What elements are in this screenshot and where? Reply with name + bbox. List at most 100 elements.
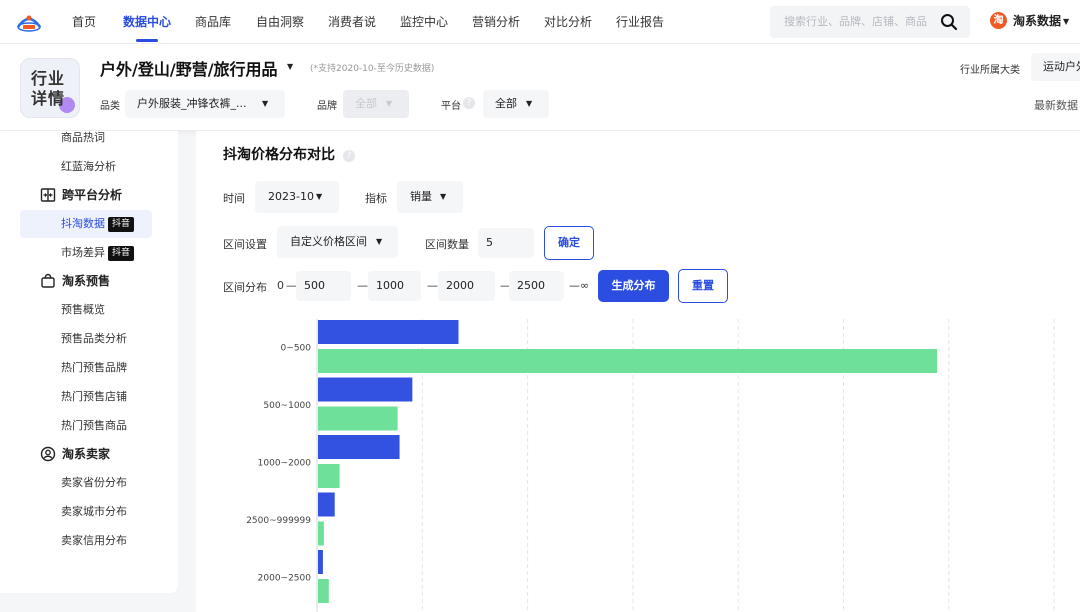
reset-button[interactable]: 重置 xyxy=(678,269,728,303)
sidebar-item-label: 抖淘数据 xyxy=(61,217,105,230)
bar-series-1-2[interactable] xyxy=(318,464,340,488)
user-avatar: 淘 xyxy=(990,12,1007,29)
bar-series-0-4[interactable] xyxy=(318,550,323,574)
nav-item-4[interactable]: 消费者说 xyxy=(328,0,376,44)
industry-detail-badge: 行业详情 xyxy=(20,58,80,118)
confirm-button[interactable]: 确定 xyxy=(544,226,594,260)
dash: — xyxy=(357,279,368,292)
range-start: 0 xyxy=(277,279,284,292)
industry-category-value: 运动户外 xyxy=(1043,60,1080,73)
main-panel: 抖淘价格分布对比 ? 时间 2023-10 ▼ 指标 销量 ▼ 区间设置 自定义… xyxy=(196,131,1080,612)
sidebar-item[interactable]: 卖家信用分布 xyxy=(20,527,152,555)
latest-data-label: 最新数据 xyxy=(1034,99,1078,112)
time-select[interactable]: 2023-10 ▼ xyxy=(255,181,339,213)
metric-select[interactable]: 销量 ▼ xyxy=(397,181,463,213)
breakpoint-input-3[interactable]: 2000 xyxy=(438,271,495,301)
sidebar-item[interactable]: 卖家省份分布 xyxy=(20,469,152,497)
search-box[interactable]: 搜索行业、品牌、店铺、商品 xyxy=(770,6,970,38)
dash: — xyxy=(427,279,438,292)
caret-down-icon: ▼ xyxy=(440,192,447,201)
douyin-tag: 抖音 xyxy=(108,217,135,232)
caret-down-icon[interactable]: ▼ xyxy=(287,62,293,71)
nav-item-2[interactable]: 商品库 xyxy=(195,0,231,44)
user-name: 淘系数据 xyxy=(1013,14,1062,28)
sidebar-item-label: 预售品类分析 xyxy=(61,332,127,345)
category-select[interactable]: 户外服装_冲锋衣裤_... ▼ xyxy=(125,90,285,118)
question-icon[interactable]: ? xyxy=(463,97,475,109)
range-setting-label: 区间设置 xyxy=(223,238,267,251)
brand-logo-icon[interactable] xyxy=(14,9,44,35)
sidebar-item-label: 卖家城市分布 xyxy=(61,505,127,518)
sidebar-item[interactable]: 卖家城市分布 xyxy=(20,498,152,526)
nav-item-8[interactable]: 行业报告 xyxy=(616,0,664,44)
nav-item-7[interactable]: 对比分析 xyxy=(544,0,592,44)
sidebar-item[interactable]: 抖淘数据 抖音 xyxy=(20,210,152,238)
bar-series-0-3[interactable] xyxy=(318,492,335,517)
category-label: 1000~2000 xyxy=(258,459,312,469)
brand-select[interactable]: 全部 ▼ xyxy=(343,90,409,118)
category-value: 户外服装_冲锋衣裤_... xyxy=(137,97,247,110)
generate-distribution-button[interactable]: 生成分布 xyxy=(598,270,669,302)
sidebar-item[interactable]: 热门预售品牌 xyxy=(20,354,152,382)
breakpoint-input-2[interactable]: 1000 xyxy=(368,271,421,301)
sidebar-item-label: 热门预售品牌 xyxy=(61,361,127,374)
breakpoint-input-4[interactable]: 2500 xyxy=(509,271,564,301)
industry-title[interactable]: 户外/登山/野营/旅行用品 xyxy=(100,56,278,80)
nav-item-1[interactable]: 数据中心 xyxy=(123,0,171,44)
bar-series-1-4[interactable] xyxy=(318,579,329,603)
bar-series-0-1[interactable] xyxy=(318,377,413,402)
sidebar-item-label: 热门预售商品 xyxy=(61,419,127,432)
industry-category-select[interactable]: 运动户外 xyxy=(1031,53,1080,81)
search-input[interactable]: 搜索行业、品牌、店铺、商品 xyxy=(784,6,927,38)
range-count-input[interactable]: 5 xyxy=(478,228,534,258)
search-icon[interactable] xyxy=(940,13,958,31)
category-label: 2000~2500 xyxy=(258,574,312,584)
brand-label: 品牌 xyxy=(317,101,337,112)
sidebar-item[interactable]: 预售品类分析 xyxy=(20,325,152,353)
time-value: 2023-10 xyxy=(268,190,314,203)
bar-series-0-0[interactable] xyxy=(318,320,459,344)
douyin-tag: 抖音 xyxy=(108,246,135,261)
infinity-symbol: ∞ xyxy=(580,279,590,292)
caret-down-icon: ▼ xyxy=(1063,17,1070,26)
category-label: 品类 xyxy=(100,101,120,112)
bag-icon xyxy=(41,273,55,288)
time-label: 时间 xyxy=(223,192,245,205)
sidebar-group-title[interactable]: 淘系卖家 xyxy=(62,445,110,463)
sidebar: 商品热词 红蓝海分析 跨平台分析 抖淘数据 抖音 市场差异 抖音 淘系预售 预售概览 预售品类分析… xyxy=(0,131,178,593)
sidebar-item[interactable]: 热门预售商品 xyxy=(20,412,152,440)
category-label: 2500~999999 xyxy=(246,516,311,526)
badge-text: 行业详情 xyxy=(31,69,66,108)
range-setting-select[interactable]: 自定义价格区间 ▼ xyxy=(277,226,398,258)
compare-icon xyxy=(40,188,56,202)
sidebar-item[interactable]: 商品热词 xyxy=(20,131,152,152)
breakpoint-input-1[interactable]: 500 xyxy=(296,271,351,301)
bar-series-1-3[interactable] xyxy=(318,521,324,546)
industry-header: 行业详情 户外/登山/野营/旅行用品 ▼ (*支持2020-10-至今历史数据)… xyxy=(0,44,1080,130)
sidebar-item-label: 市场差异 xyxy=(61,246,105,259)
nav-item-0[interactable]: 首页 xyxy=(72,0,96,44)
metric-value: 销量 xyxy=(410,190,432,203)
sidebar-item[interactable]: 红蓝海分析 xyxy=(20,153,152,181)
category-label: 500~1000 xyxy=(263,401,311,411)
sidebar-item[interactable]: 市场差异 抖音 xyxy=(20,239,152,267)
sidebar-group-title[interactable]: 淘系预售 xyxy=(62,272,110,290)
bar-series-0-2[interactable] xyxy=(318,435,400,459)
nav-item-5[interactable]: 监控中心 xyxy=(400,0,448,44)
question-icon[interactable]: ? xyxy=(343,150,355,162)
sidebar-item[interactable]: 热门预售店铺 xyxy=(20,383,152,411)
brand-value: 全部 xyxy=(355,97,377,110)
price-distribution-chart: 0~500 500~1000 1000~2000 2500~999999 2000~25… xyxy=(246,319,1055,612)
nav-item-6[interactable]: 营销分析 xyxy=(472,0,520,44)
sidebar-group-title[interactable]: 跨平台分析 xyxy=(62,186,122,204)
nav-item-3[interactable]: 自由洞察 xyxy=(256,0,304,44)
sidebar-item-label: 红蓝海分析 xyxy=(61,160,116,173)
range-count-label: 区间数量 xyxy=(425,238,469,251)
bar-series-1-1[interactable] xyxy=(318,406,398,431)
platform-select[interactable]: 全部 ▼ xyxy=(483,90,549,118)
sidebar-item[interactable]: 预售概览 xyxy=(20,296,152,324)
distribution-label: 区间分布 xyxy=(223,281,267,294)
sidebar-item-label: 卖家省份分布 xyxy=(61,476,127,489)
bar-series-1-0[interactable] xyxy=(318,349,938,373)
sidebar-item-label: 商品热词 xyxy=(61,131,105,144)
